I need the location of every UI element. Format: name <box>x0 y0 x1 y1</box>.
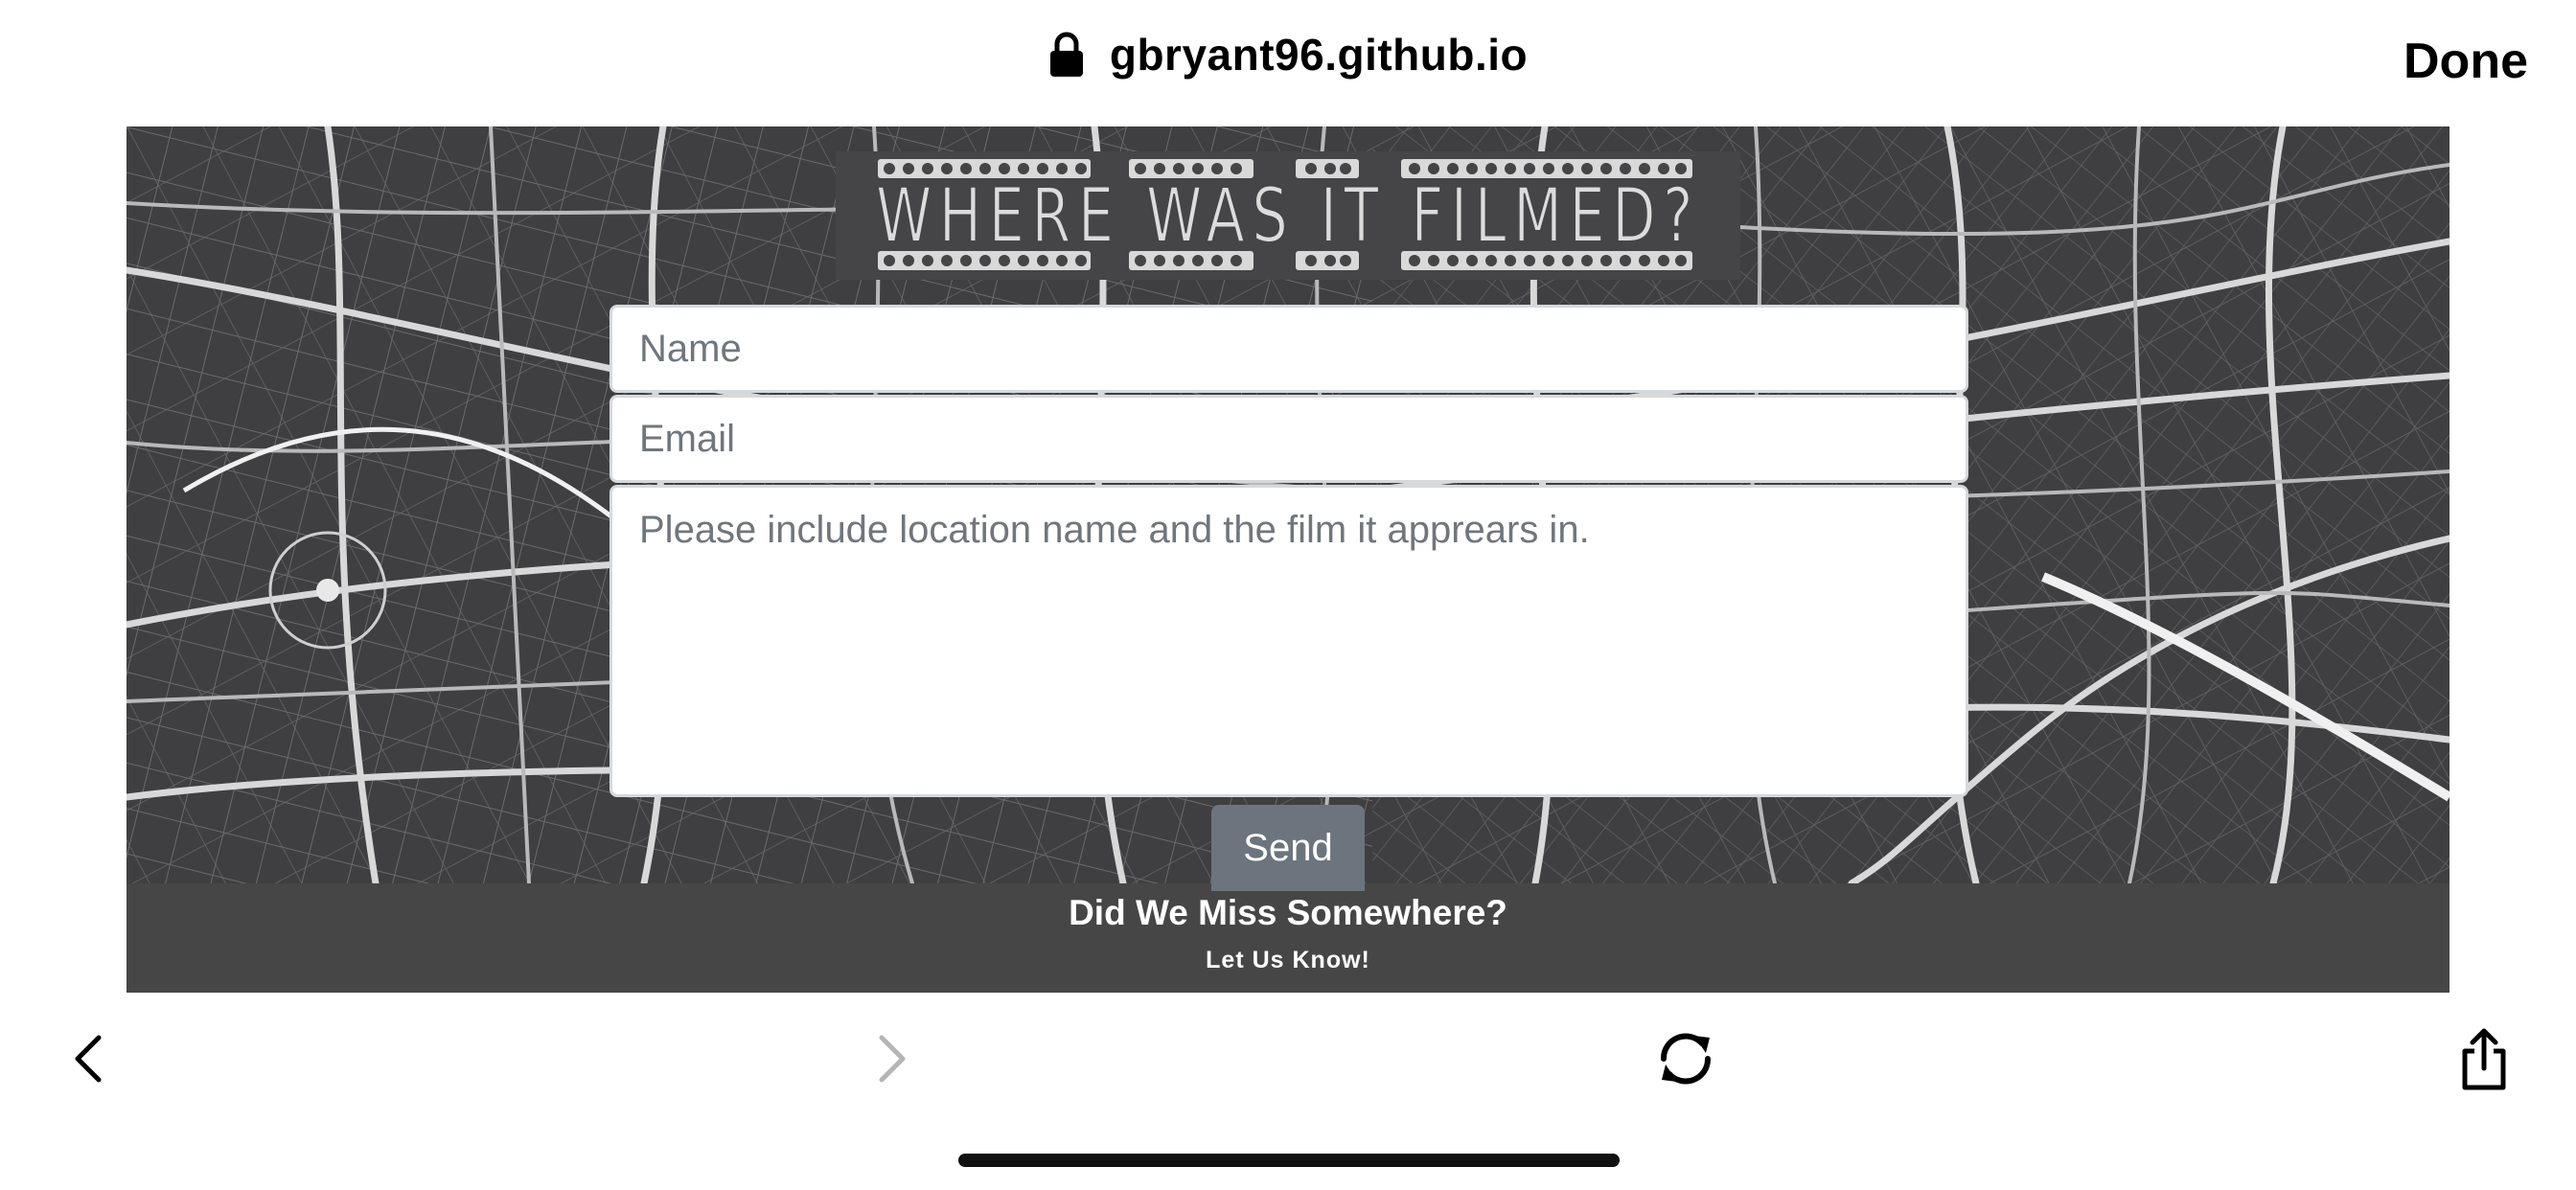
back-button[interactable] <box>56 1025 123 1092</box>
web-content: WHERE WAS IT FILMED? Send Did We Miss So… <box>126 126 2450 993</box>
email-field[interactable] <box>610 395 1968 483</box>
reload-button[interactable] <box>1652 1025 1719 1092</box>
forward-button[interactable] <box>858 1025 925 1092</box>
footer-title: Did We Miss Somewhere? <box>1069 893 1507 932</box>
site-logo[interactable]: WHERE WAS IT FILMED? <box>836 151 1740 280</box>
browser-top-bar: gbryant96.github.io Done <box>0 0 2576 126</box>
lock-icon <box>1049 32 1083 77</box>
contact-form <box>610 305 1968 797</box>
done-button[interactable]: Done <box>2404 33 2528 90</box>
name-field[interactable] <box>610 305 1968 393</box>
share-button[interactable] <box>2450 1025 2518 1092</box>
browser-toolbar <box>0 993 2576 1190</box>
logo-text: WHERE WAS IT FILMED? <box>876 173 1700 260</box>
message-field[interactable] <box>610 485 1968 797</box>
reload-icon <box>1660 1033 1712 1085</box>
site-footer: Did We Miss Somewhere? Let Us Know! <box>126 883 2450 993</box>
url-text: gbryant96.github.io <box>1109 30 1529 80</box>
back-icon <box>75 1035 102 1083</box>
share-icon <box>2462 1028 2506 1090</box>
home-indicator[interactable] <box>958 1154 1620 1167</box>
film-strip-logo-graphic: WHERE WAS IT FILMED? <box>836 151 1740 280</box>
send-button[interactable]: Send <box>1211 805 1365 891</box>
forward-icon <box>879 1035 906 1083</box>
footer-subtitle: Let Us Know! <box>1206 947 1370 973</box>
address-bar[interactable]: gbryant96.github.io <box>0 29 2576 80</box>
